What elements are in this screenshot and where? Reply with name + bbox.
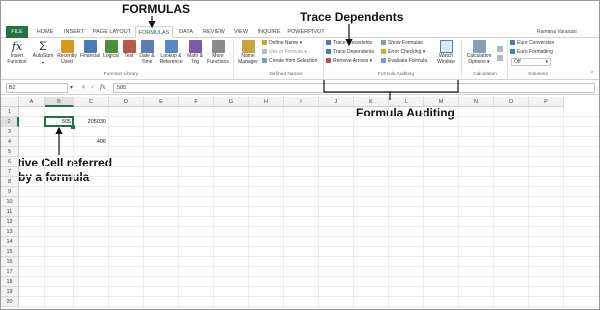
formula-auditing-bracket	[323, 80, 459, 100]
annotation-arrows	[55, 16, 459, 155]
